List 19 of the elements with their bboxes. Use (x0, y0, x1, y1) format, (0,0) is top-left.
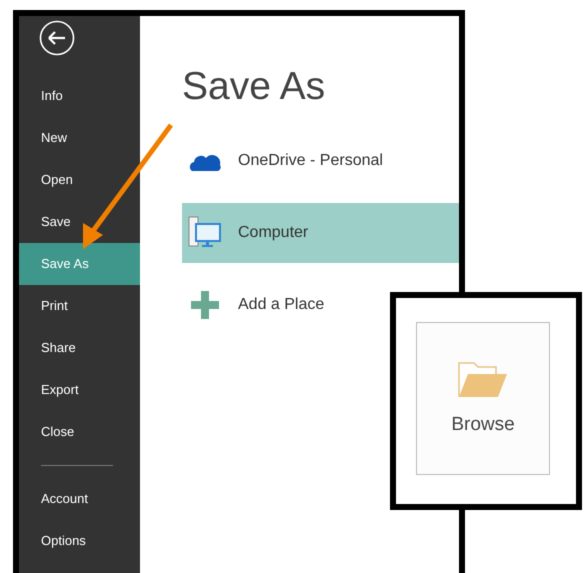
place-item[interactable]: Computer (182, 203, 459, 263)
sidebar-item[interactable]: Options (19, 520, 140, 562)
sidebar-item[interactable]: Share (19, 327, 140, 369)
back-icon[interactable] (39, 20, 75, 56)
folder-icon (458, 360, 508, 398)
page-title: Save As (182, 64, 326, 110)
sidebar-item[interactable]: Open (19, 159, 140, 201)
place-item[interactable]: Add a Place (182, 275, 330, 335)
computer-icon (188, 216, 222, 250)
plus-icon (188, 291, 222, 319)
sidebar-item[interactable]: Save (19, 201, 140, 243)
place-item[interactable]: OneDrive - Personal (182, 131, 389, 191)
sidebar-item[interactable]: Export (19, 369, 140, 411)
browse-button[interactable]: Browse (416, 322, 550, 474)
sidebar-item[interactable]: Print (19, 285, 140, 327)
sidebar-item[interactable]: New (19, 117, 140, 159)
sidebar-item[interactable]: Close (19, 411, 140, 453)
sidebar-item[interactable]: Info (19, 75, 140, 117)
sidebar-item[interactable]: Account (19, 478, 140, 520)
